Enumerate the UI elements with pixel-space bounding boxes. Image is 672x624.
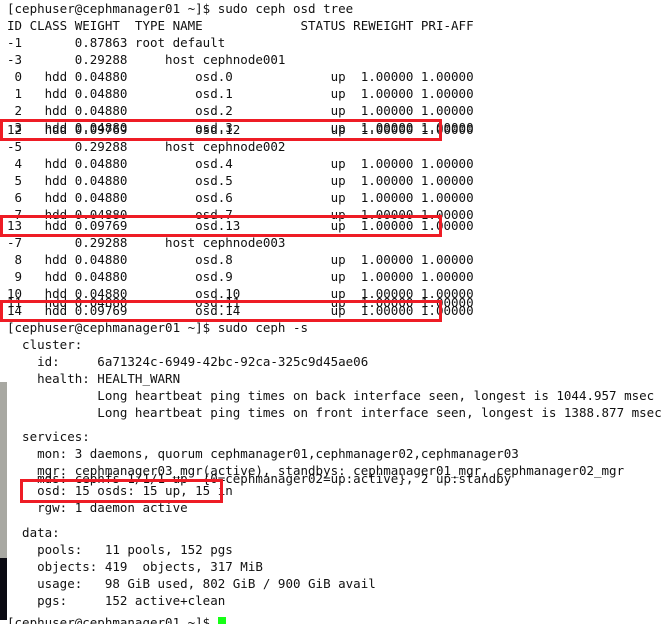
data-pools-line: pools: 11 pools, 152 pgs [7,542,233,557]
osd-tree-row-host-cephnode002: -5 0.29288 host cephnode002 [7,139,286,154]
osd-tree-row-osd-9: 9 hdd 0.04880 osd.9 up 1.00000 1.00000 [7,269,474,284]
osd-tree-row-osd-2: 2 hdd 0.04880 osd.2 up 1.00000 1.00000 [7,103,474,118]
cluster-section-label: cluster: [7,337,83,352]
scrollbar-thumb[interactable] [0,558,7,620]
osd-tree-row-osd-5: 5 hdd 0.04880 osd.5 up 1.00000 1.00000 [7,173,474,188]
command-line-osd-tree: [cephuser@cephmanager01 ~]$ sudo ceph os… [7,1,354,16]
osd-tree-row-host-cephnode003: -7 0.29288 host cephnode003 [7,235,286,250]
health-warning-front-interface: Long heartbeat ping times on front inter… [7,405,662,420]
data-usage-line: usage: 98 GiB used, 802 GiB / 900 GiB av… [7,576,376,591]
text-cursor [217,617,226,624]
osd-tree-row-osd-6: 6 hdd 0.04880 osd.6 up 1.00000 1.00000 [7,190,474,205]
services-section-label: services: [7,429,90,444]
health-warning-back-interface: Long heartbeat ping times on back interf… [7,388,655,403]
scrollbar-track[interactable] [0,382,7,558]
osd-tree-row-osd-0: 0 hdd 0.04880 osd.0 up 1.00000 1.00000 [7,69,474,84]
services-osd-line: osd: 15 osds: 15 up, 15 in [7,483,233,498]
data-section-label: data: [7,525,60,540]
osd-tree-row-osd-4: 4 hdd 0.04880 osd.4 up 1.00000 1.00000 [7,156,474,171]
cluster-id-line: id: 6a71324c-6949-42bc-92ca-325c9d45ae06 [7,354,369,369]
services-mon-line: mon: 3 daemons, quorum cephmanager01,cep… [7,446,519,461]
shell-prompt-line[interactable]: [cephuser@cephmanager01 ~]$ [7,614,226,624]
prompt-text: [cephuser@cephmanager01 ~]$ [7,615,218,624]
terminal-output[interactable]: [cephuser@cephmanager01 ~]$ sudo ceph os… [7,0,672,624]
osd-tree-row-host-cephnode001: -3 0.29288 host cephnode001 [7,52,286,67]
cluster-health-line: health: HEALTH_WARN [7,371,181,386]
command-line-ceph-status: [cephuser@cephmanager01 ~]$ sudo ceph -s [7,320,309,335]
data-objects-line: objects: 419 objects, 317 MiB [7,559,263,574]
services-rgw-line: rgw: 1 daemon active [7,500,188,515]
osd-tree-header-row: ID CLASS WEIGHT TYPE NAME STATUS REWEIGH… [7,18,474,33]
data-pgs-line: pgs: 152 active+clean [7,593,226,608]
osd-tree-row-osd-14: 14 hdd 0.09769 osd.14 up 1.00000 1.00000 [7,303,474,318]
scrollbar-track-lower[interactable] [0,620,7,624]
terminal-window: [cephuser@cephmanager01 ~]$ sudo ceph os… [0,0,672,624]
osd-tree-row-osd-8: 8 hdd 0.04880 osd.8 up 1.00000 1.00000 [7,252,474,267]
osd-tree-row-osd-1: 1 hdd 0.04880 osd.1 up 1.00000 1.00000 [7,86,474,101]
osd-tree-row-osd-13: 13 hdd 0.09769 osd.13 up 1.00000 1.00000 [7,218,474,233]
osd-tree-row-root-default: -1 0.87863 root default [7,35,226,50]
osd-tree-row-osd-12: 12 hdd 0.09769 osd.12 up 1.00000 1.00000 [7,122,474,137]
scrollbar-track-upper[interactable] [0,0,7,382]
